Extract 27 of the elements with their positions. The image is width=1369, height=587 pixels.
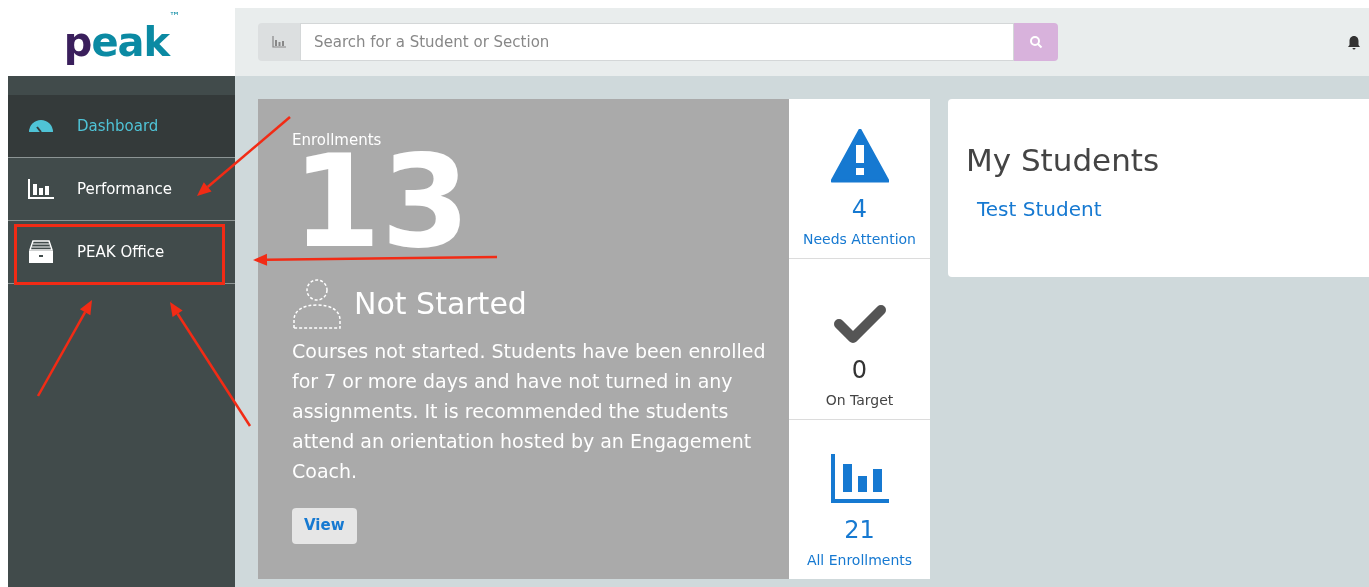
warning-icon: [830, 129, 889, 184]
stat-value: 4: [851, 194, 868, 226]
search-icon: [1029, 35, 1043, 49]
chart-icon: [28, 179, 54, 199]
status-heading: Not Started: [354, 285, 527, 323]
bell-icon[interactable]: [1347, 34, 1361, 50]
person-outline-icon: [292, 277, 342, 330]
stat-value: 0: [851, 354, 868, 386]
stat-link[interactable]: Needs Attention: [803, 229, 916, 251]
chart-icon[interactable]: [258, 23, 300, 61]
file-drawer-icon: [28, 240, 54, 264]
search-button[interactable]: [1014, 23, 1058, 61]
card-title: My Students: [966, 141, 1161, 180]
stat-link[interactable]: All Enrollments: [806, 550, 913, 571]
stat-value: 21: [844, 515, 875, 546]
sidebar-item[interactable]: Dashboard: [8, 95, 235, 158]
search-field[interactable]: Search for a Student or Section: [300, 23, 1014, 61]
check-icon: [833, 303, 886, 344]
student-link[interactable]: Test Student: [977, 193, 1351, 224]
status-description: Courses not started. Students have been enrolled for 7 or more days and have not turned in any assignments. It is recommended the students attend an orientation hosted by an Engagement Coach.: [292, 338, 767, 484]
sidebar-item[interactable]: PEAK Office: [8, 221, 235, 284]
chart-icon: [830, 454, 889, 504]
card-label: Enrollments: [292, 130, 383, 151]
view-button[interactable]: View: [292, 507, 357, 544]
enrollment-count: 13: [292, 149, 472, 254]
gauge-icon: [28, 119, 54, 133]
stat-label: On Target: [825, 390, 894, 410]
